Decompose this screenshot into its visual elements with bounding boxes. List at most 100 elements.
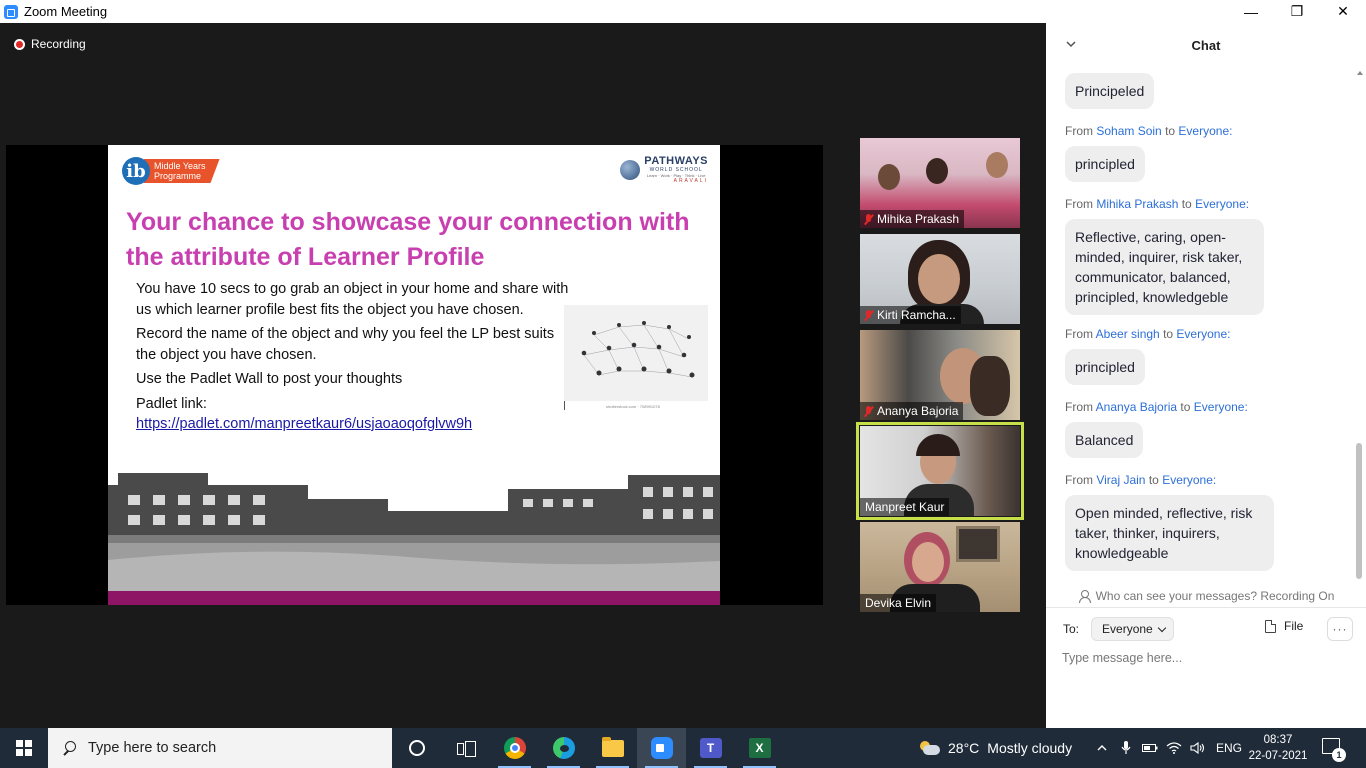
window-title: Zoom Meeting <box>24 4 108 19</box>
recording-indicator[interactable]: Recording <box>14 37 86 51</box>
to-word: to <box>1165 124 1176 138</box>
teams-taskbar-button[interactable]: T <box>686 728 735 768</box>
chat-message-bubble: Reflective, caring, open-minded, inquire… <box>1065 219 1264 315</box>
participant-person <box>986 152 1008 178</box>
participant-video-manpreet[interactable]: Manpreet Kaur <box>856 422 1024 520</box>
padlet-link[interactable]: https://padlet.com/manpreetkaur6/usjaoao… <box>136 414 576 435</box>
participant-name-tag: Mihika Prakash <box>860 210 965 228</box>
chat-divider <box>1046 607 1366 608</box>
excel-icon: X <box>748 738 771 758</box>
to-word: to <box>1180 400 1191 414</box>
file-label: File <box>1284 619 1304 633</box>
microphone-tray-button[interactable] <box>1114 728 1138 768</box>
participant-video-devika[interactable]: Devika Elvin <box>860 522 1020 612</box>
participant-person <box>916 434 960 456</box>
weather-temperature: 28°C <box>948 740 980 756</box>
taskbar-search-box[interactable]: Type here to search <box>48 728 392 768</box>
taskbar-clock[interactable]: 08:37 22-07-2021 <box>1248 732 1308 764</box>
chat-title: Chat <box>1191 37 1221 53</box>
sender-name[interactable]: Ananya Bajoria <box>1096 400 1177 414</box>
recipient-name[interactable]: Everyone: <box>1162 473 1216 487</box>
participant-name: Mihika Prakash <box>877 212 960 226</box>
zoom-icon <box>650 737 673 759</box>
ib-myp-logo: ib Middle Years Programme <box>122 157 220 185</box>
to-word: to <box>1148 473 1159 487</box>
participant-name: Kirti Ramcha... <box>877 308 956 322</box>
chevron-down-icon[interactable] <box>1064 37 1078 51</box>
participant-video-kirti[interactable]: Kirti Ramcha... <box>860 234 1020 324</box>
cortana-button[interactable] <box>392 728 441 768</box>
recipient-name[interactable]: Everyone: <box>1195 197 1249 211</box>
sender-name[interactable]: Viraj Jain <box>1096 473 1145 487</box>
ib-logo-banner: Middle Years Programme <box>144 159 220 183</box>
chat-message-input[interactable] <box>1062 647 1350 669</box>
battery-tray-button[interactable] <box>1138 728 1162 768</box>
participant-name-tag: Ananya Bajoria <box>860 402 964 420</box>
file-icon <box>1265 619 1276 633</box>
folder-icon <box>601 736 624 757</box>
close-button[interactable]: ✕ <box>1320 0 1366 23</box>
chat-message-bubble: Balanced <box>1065 422 1144 458</box>
chat-scrollbar[interactable] <box>1356 443 1362 579</box>
sender-name[interactable]: Abeer singh <box>1096 327 1160 341</box>
slide-paragraph-2: Record the name of the object and why yo… <box>136 326 555 363</box>
minimize-button[interactable]: — <box>1228 0 1274 23</box>
recipient-name[interactable]: Everyone: <box>1178 124 1232 138</box>
school-name: PATHWAYS <box>644 155 708 167</box>
participant-name-tag: Kirti Ramcha... <box>860 306 961 324</box>
file-explorer-taskbar-button[interactable] <box>588 728 637 768</box>
chat-message-bubble: Open minded, reflective, risk taker, thi… <box>1065 495 1274 571</box>
chat-message-list[interactable]: Principeled From Soham Soin to Everyone:… <box>1046 67 1354 585</box>
restore-button[interactable]: ❐ <box>1274 0 1320 23</box>
sender-name[interactable]: Soham Soin <box>1096 124 1161 138</box>
chat-header: Chat <box>1046 23 1366 67</box>
school-location: ARAVALI <box>673 178 708 184</box>
volume-tray-button[interactable] <box>1186 728 1210 768</box>
teams-icon: T <box>699 738 722 758</box>
chrome-taskbar-button[interactable] <box>490 728 539 768</box>
recipient-name[interactable]: Everyone: <box>1194 400 1248 414</box>
more-options-button[interactable]: ··· <box>1327 617 1353 641</box>
battery-icon <box>1142 744 1158 752</box>
participant-video-ananya[interactable]: Ananya Bajoria <box>860 330 1020 420</box>
search-icon <box>62 741 76 755</box>
clock-time: 08:37 <box>1263 734 1293 746</box>
from-word: From <box>1065 473 1093 487</box>
participant-person <box>926 158 948 184</box>
screen-share-area: ib Middle Years Programme PATHWAYS WORLD… <box>6 145 823 605</box>
shared-slide: ib Middle Years Programme PATHWAYS WORLD… <box>108 145 720 605</box>
file-button[interactable]: File <box>1265 619 1303 633</box>
person-icon <box>1078 590 1091 603</box>
participant-person <box>970 356 1010 416</box>
chat-message-sender: From Soham Soin to Everyone: <box>1065 124 1232 138</box>
input-language[interactable]: ENG <box>1216 741 1242 755</box>
zoom-taskbar-button[interactable] <box>637 728 686 768</box>
network-tray-button[interactable] <box>1162 728 1186 768</box>
image-caption: shutterstock.com · 708991078 <box>606 404 660 409</box>
participant-person <box>878 164 900 190</box>
weather-widget[interactable]: 28°C Mostly cloudy <box>918 728 1072 768</box>
start-button[interactable] <box>0 728 48 768</box>
participant-person <box>912 542 944 582</box>
recipient-name[interactable]: Everyone: <box>1176 327 1230 341</box>
recipient-dropdown[interactable]: Everyone <box>1091 617 1174 641</box>
cortana-icon <box>408 740 425 756</box>
show-hidden-icons-button[interactable] <box>1090 728 1114 768</box>
meeting-area: Recording ib Middle Years Programme PATH… <box>0 23 1046 728</box>
excel-taskbar-button[interactable]: X <box>735 728 784 768</box>
to-word: to <box>1181 197 1192 211</box>
chat-visibility-notice[interactable]: Who can see your messages? Recording On <box>1046 585 1366 607</box>
scroll-up-arrow-icon[interactable] <box>1357 71 1363 75</box>
image-divider <box>564 401 565 410</box>
sender-name[interactable]: Mihika Prakash <box>1096 197 1178 211</box>
task-view-button[interactable] <box>441 728 490 768</box>
chat-notice-text: Who can see your messages? Recording On <box>1095 589 1335 603</box>
system-tray: ENG <box>1090 728 1242 768</box>
from-word: From <box>1065 197 1093 211</box>
task-view-icon <box>456 741 476 757</box>
mic-muted-icon <box>864 405 873 417</box>
chat-message-sender: From Ananya Bajoria to Everyone: <box>1065 400 1248 414</box>
participant-person <box>918 254 960 304</box>
edge-taskbar-button[interactable] <box>539 728 588 768</box>
participant-video-mihika[interactable]: Mihika Prakash <box>860 138 1020 228</box>
